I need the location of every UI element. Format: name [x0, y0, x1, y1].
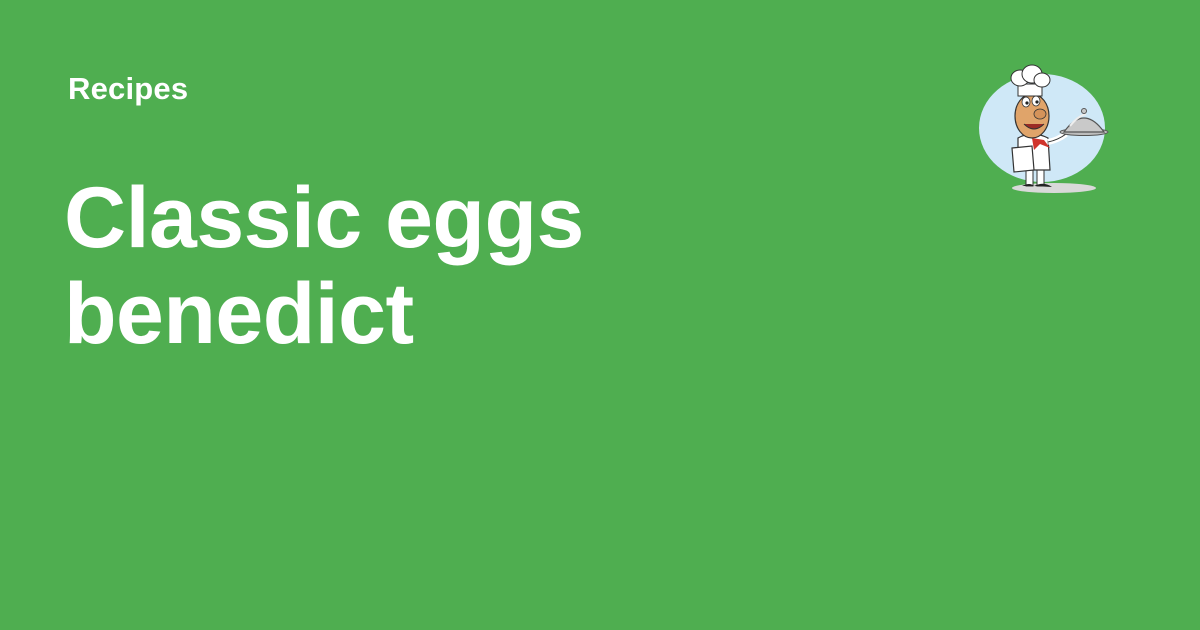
category-label: Recipes — [68, 71, 189, 106]
chef-with-cloche-icon — [979, 64, 1109, 193]
recipe-title: Classic eggs benedict — [64, 170, 584, 362]
share-card: Recipes Classic eggs benedict — [0, 0, 1200, 630]
